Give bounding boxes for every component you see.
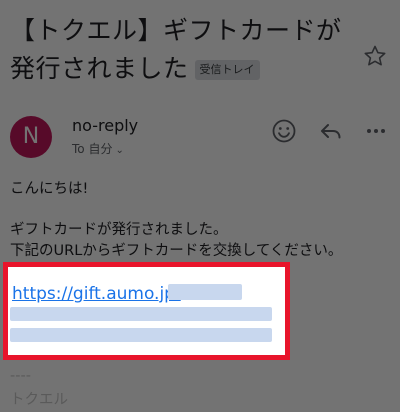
- highlight-frame: [3, 262, 290, 360]
- more-icon[interactable]: [363, 118, 389, 144]
- body-line-1: ギフトカードが発行されました。: [10, 222, 228, 238]
- inbox-label-badge[interactable]: 受信トレイ: [194, 60, 260, 80]
- reply-icon[interactable]: [318, 118, 344, 144]
- emoji-icon[interactable]: [271, 118, 297, 144]
- subject-text: 【トクエル】ギフトカードが発行されました: [10, 16, 342, 83]
- sender-name: no-reply: [72, 116, 139, 135]
- star-icon[interactable]: [363, 44, 387, 68]
- greeting-text: こんにちは!: [10, 181, 89, 197]
- body-line-2: 下記のURLからギフトカードを交換してください。: [10, 243, 343, 259]
- avatar[interactable]: N: [10, 116, 52, 158]
- chevron-down-icon: ⌄: [115, 145, 124, 156]
- recipient-toggle[interactable]: To 自分 ⌄: [72, 140, 124, 157]
- signature-text: トクエル: [10, 392, 68, 408]
- recipient-text: To 自分: [72, 142, 113, 156]
- signature-separator: ----: [10, 368, 31, 384]
- email-subject: 【トクエル】ギフトカードが発行されました 受信トレイ: [10, 12, 350, 88]
